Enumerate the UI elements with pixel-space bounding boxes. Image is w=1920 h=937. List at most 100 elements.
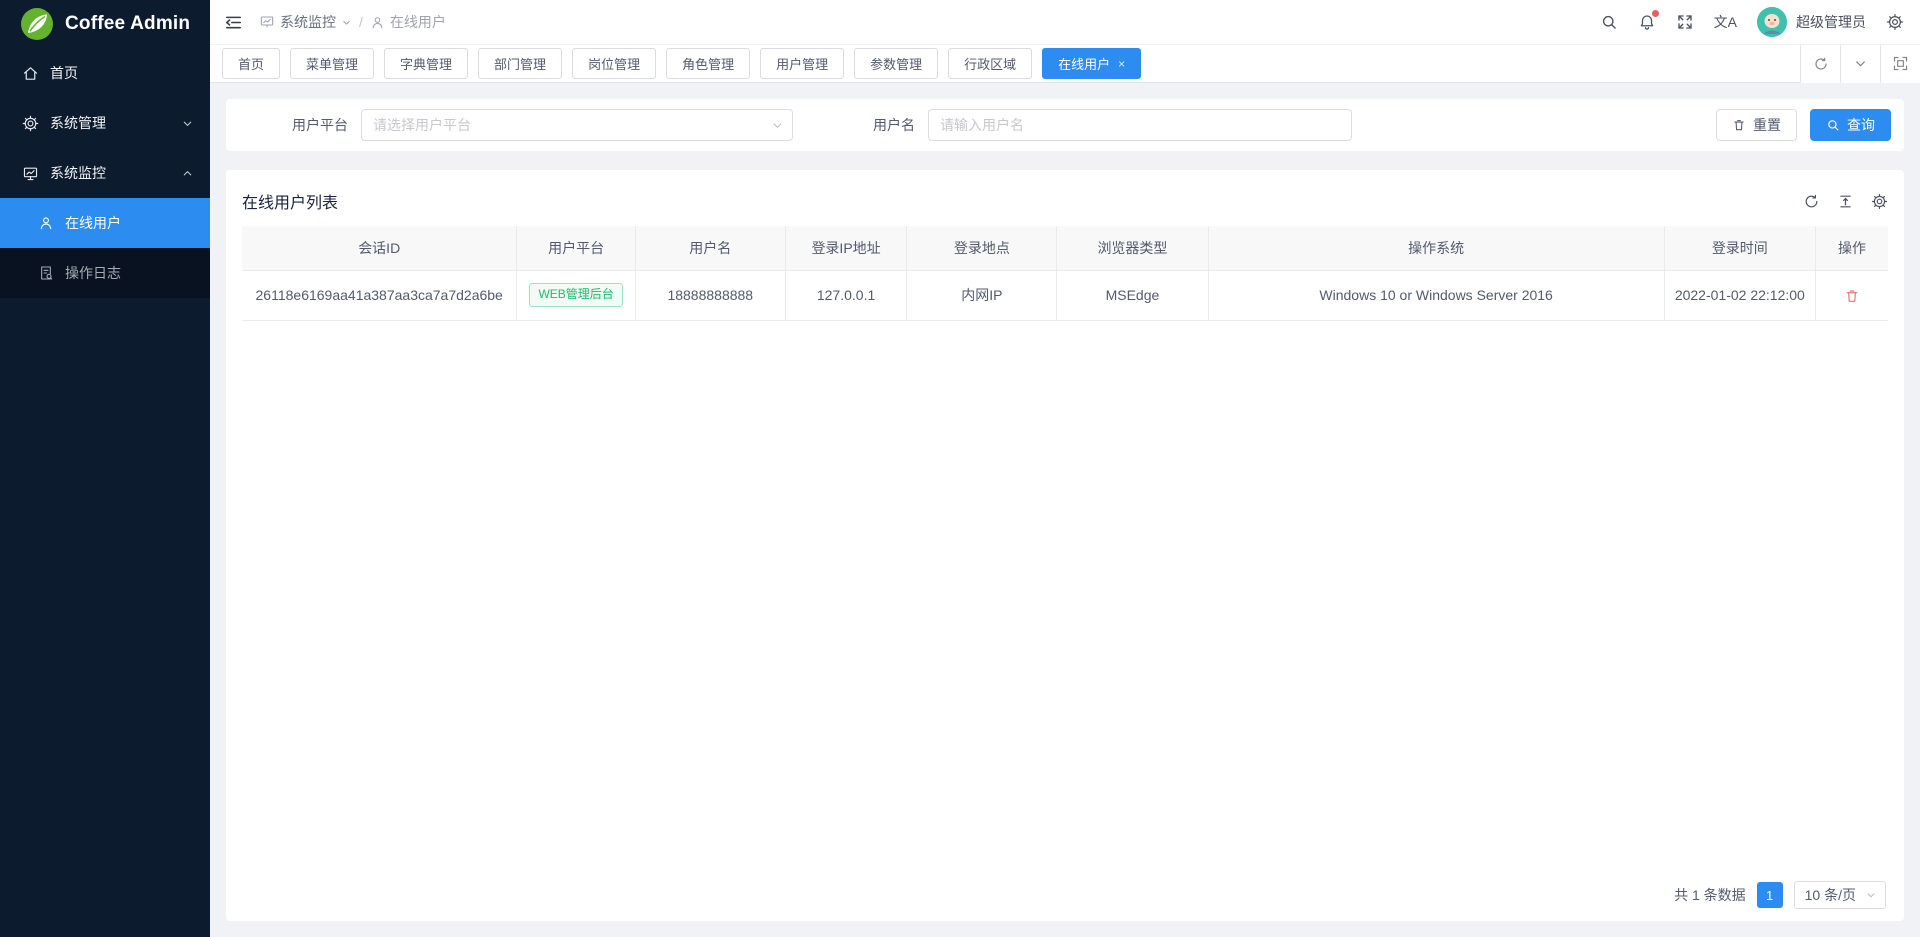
settings-gear-icon[interactable]: [1886, 13, 1904, 31]
platform-select[interactable]: 请选择用户平台: [361, 109, 793, 141]
chevron-down-icon[interactable]: [1840, 45, 1880, 83]
fullscreen-icon[interactable]: [1676, 13, 1694, 31]
sidebar-item-home[interactable]: 首页: [0, 48, 210, 98]
platform-select-placeholder: 请选择用户平台: [373, 115, 471, 135]
sidebar-item-label: 操作日志: [65, 263, 121, 283]
tab-dept-management[interactable]: 部门管理: [478, 48, 562, 79]
col-os: 操作系统: [1208, 226, 1664, 270]
platform-label: 用户平台: [278, 115, 348, 135]
breadcrumb-page: 在线用户: [370, 12, 446, 32]
tab-online-users[interactable]: 在线用户 ×: [1042, 48, 1141, 79]
tab-controls: [1800, 45, 1920, 83]
online-users-card: 在线用户列表: [226, 170, 1904, 921]
search-icon[interactable]: [1600, 13, 1618, 31]
platform-badge: WEB管理后台: [529, 283, 622, 307]
tab-label: 参数管理: [870, 54, 922, 73]
column-settings-gear-icon[interactable]: [1871, 193, 1888, 210]
user-icon: [370, 15, 385, 30]
gear-icon: [22, 115, 39, 132]
reset-button-label: 重置: [1753, 115, 1781, 135]
refresh-icon[interactable]: [1803, 193, 1820, 210]
main-column: 系统监控 / 在线用户: [210, 0, 1920, 937]
col-platform: 用户平台: [517, 226, 636, 270]
tab-label: 用户管理: [776, 54, 828, 73]
sidebar-item-system-management[interactable]: 系统管理: [0, 98, 210, 148]
cell-session-id: 26118e6169aa41a387aa3ca7a7d2a6be: [242, 270, 517, 320]
tab-label: 菜单管理: [306, 54, 358, 73]
tab-admin-region[interactable]: 行政区域: [948, 48, 1032, 79]
table-row: 26118e6169aa41a387aa3ca7a7d2a6be WEB管理后台…: [242, 270, 1888, 320]
pagination: 共 1 条数据 1 10 条/页: [242, 873, 1888, 911]
col-location: 登录地点: [907, 226, 1057, 270]
tab-param-management[interactable]: 参数管理: [854, 48, 938, 79]
tab-label: 部门管理: [494, 54, 546, 73]
tab-home[interactable]: 首页: [222, 48, 280, 79]
breadcrumb-section[interactable]: 系统监控: [259, 12, 352, 32]
search-button-label: 查询: [1847, 115, 1875, 135]
sidebar-item-operation-log[interactable]: 操作日志: [0, 248, 210, 298]
col-ip: 登录IP地址: [785, 226, 907, 270]
username-input[interactable]: [928, 109, 1352, 141]
tab-label: 角色管理: [682, 54, 734, 73]
home-icon: [22, 65, 39, 82]
app-root: Coffee Admin 首页 系统管理 系统监控: [0, 0, 1920, 937]
sidebar-item-label: 系统监控: [50, 163, 106, 183]
logo[interactable]: Coffee Admin: [0, 0, 210, 48]
log-icon: [38, 265, 54, 281]
user-menu[interactable]: 超级管理员: [1757, 7, 1866, 37]
col-login-time: 登录时间: [1664, 226, 1815, 270]
tab-post-management[interactable]: 岗位管理: [572, 48, 656, 79]
leaf-logo-icon: [20, 7, 54, 41]
card-tools: [1803, 193, 1888, 210]
close-icon[interactable]: ×: [1118, 58, 1125, 70]
breadcrumb: 系统监控 / 在线用户: [259, 12, 446, 32]
col-username: 用户名: [635, 226, 785, 270]
tab-menu-management[interactable]: 菜单管理: [290, 48, 374, 79]
tab-label: 在线用户: [1058, 54, 1110, 73]
card-title: 在线用户列表: [242, 189, 338, 213]
sidebar-item-online-users[interactable]: 在线用户: [0, 198, 210, 248]
cell-username: 18888888888: [635, 270, 785, 320]
row-height-icon[interactable]: [1837, 193, 1854, 210]
trash-icon: [1732, 118, 1746, 132]
sidebar-item-label: 首页: [50, 63, 78, 83]
user-icon: [38, 215, 54, 231]
notification-bell-icon[interactable]: [1638, 13, 1656, 31]
delete-trash-icon[interactable]: [1844, 288, 1860, 304]
sidebar-submenu: 在线用户 操作日志: [0, 198, 210, 298]
refresh-icon[interactable]: [1800, 45, 1840, 83]
chevron-up-icon: [181, 167, 194, 180]
search-icon: [1826, 118, 1840, 132]
cell-login-time: 2022-01-02 22:12:00: [1664, 270, 1815, 320]
cell-browser: MSEdge: [1057, 270, 1208, 320]
tab-role-management[interactable]: 角色管理: [666, 48, 750, 79]
breadcrumb-separator: /: [359, 14, 363, 30]
chevron-down-icon: [1865, 889, 1877, 901]
translate-icon[interactable]: 文A: [1714, 12, 1737, 32]
cell-platform: WEB管理后台: [517, 270, 636, 320]
collapse-sidebar-icon[interactable]: [224, 13, 243, 32]
sidebar-item-label: 系统管理: [50, 113, 106, 133]
col-browser: 浏览器类型: [1057, 226, 1208, 270]
sidebar-item-system-monitor[interactable]: 系统监控: [0, 148, 210, 198]
sidebar: Coffee Admin 首页 系统管理 系统监控: [0, 0, 210, 937]
reset-button[interactable]: 重置: [1716, 109, 1797, 141]
table-header-row: 会话ID 用户平台 用户名 登录IP地址 登录地点 浏览器类型 操作系统 登录时…: [242, 226, 1888, 270]
pagination-page-1[interactable]: 1: [1757, 882, 1783, 908]
tab-dict-management[interactable]: 字典管理: [384, 48, 468, 79]
breadcrumb-page-label: 在线用户: [390, 12, 446, 32]
page-size-select[interactable]: 10 条/页: [1794, 881, 1886, 909]
tab-label: 首页: [238, 54, 264, 73]
monitor-icon: [259, 14, 275, 30]
filter-actions: 重置 查询: [1716, 109, 1891, 141]
search-button[interactable]: 查询: [1810, 109, 1891, 141]
tab-user-management[interactable]: 用户管理: [760, 48, 844, 79]
chevron-down-icon: [341, 17, 352, 28]
breadcrumb-section-label: 系统监控: [280, 12, 336, 32]
maximize-icon[interactable]: [1880, 45, 1920, 83]
cell-os: Windows 10 or Windows Server 2016: [1208, 270, 1664, 320]
table-empty-space: [242, 321, 1888, 874]
col-session-id: 会话ID: [242, 226, 517, 270]
page-content: 用户平台 请选择用户平台 用户名 重置: [210, 83, 1920, 937]
tab-label: 字典管理: [400, 54, 452, 73]
